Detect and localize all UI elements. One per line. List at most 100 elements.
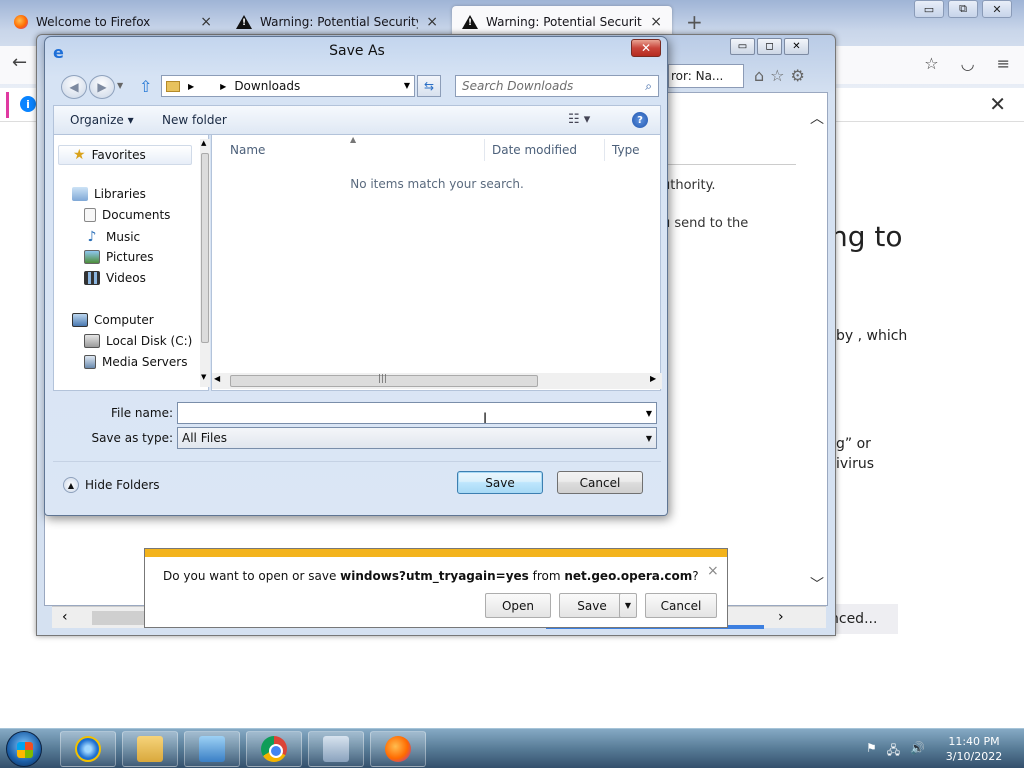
save-button[interactable]: Save	[457, 471, 543, 494]
scroll-up-icon[interactable]: ︿	[810, 108, 824, 128]
taskbar-control-panel[interactable]	[184, 731, 240, 767]
save-as-type-select[interactable]: All Files ▼	[177, 427, 657, 449]
back-button[interactable]: ◀	[61, 75, 87, 99]
scroll-down-icon[interactable]: ▼	[201, 373, 206, 381]
notification-close-icon[interactable]: ×	[707, 563, 719, 579]
nav-item-pictures[interactable]: Pictures	[84, 250, 154, 264]
taskbar-firefox[interactable]	[370, 731, 426, 767]
column-header-name[interactable]: Name	[230, 143, 265, 157]
dialog-close-button[interactable]: ✕	[631, 39, 661, 57]
nav-pane-scrollbar[interactable]: ▲ ▼	[200, 139, 210, 387]
taskbar-chrome[interactable]	[246, 731, 302, 767]
taskbar-ie[interactable]	[60, 731, 116, 767]
minimize-button[interactable]: ▭	[914, 0, 944, 18]
chevron-up-icon: ▲	[63, 477, 79, 493]
search-field[interactable]: ⌕	[455, 75, 659, 97]
scroll-right-icon[interactable]: ▶	[650, 374, 656, 383]
download-file-name: windows?utm_tryagain=yes	[340, 569, 529, 583]
tab-label: Warning: Potential Security Risk	[260, 15, 419, 29]
chevron-down-icon[interactable]: ▼	[404, 81, 410, 90]
warning-icon	[236, 15, 252, 29]
taskbar-media-player[interactable]	[308, 731, 364, 767]
chevron-down-icon[interactable]: ▼	[646, 434, 652, 443]
scroll-thumb[interactable]	[201, 153, 209, 343]
nav-item-documents[interactable]: Documents	[84, 208, 170, 222]
pocket-icon[interactable]: ◡	[961, 54, 975, 73]
nav-item-computer[interactable]: Computer	[72, 313, 154, 327]
tab-close-icon[interactable]: ×	[200, 14, 212, 30]
recent-locations-chevron-icon[interactable]: ▼	[117, 81, 123, 90]
save-options-chevron-icon[interactable]: ▼	[619, 593, 637, 618]
column-divider[interactable]	[604, 139, 605, 161]
restore-button[interactable]: ⧉	[948, 0, 978, 18]
ie-vertical-scrollbar[interactable]: ︿ ﹀	[806, 100, 826, 600]
home-icon[interactable]: ⌂	[754, 66, 764, 85]
nav-item-media-servers[interactable]: Media Servers	[84, 355, 187, 369]
column-header-type[interactable]: Type	[612, 143, 640, 157]
views-icon[interactable]: ☷ ▾	[568, 112, 590, 127]
scroll-left-icon[interactable]: ◀	[214, 374, 220, 383]
nav-item-libraries[interactable]: Libraries	[72, 187, 146, 201]
notification-close-icon[interactable]: ✕	[989, 92, 1006, 116]
forward-button[interactable]: ▶	[89, 75, 115, 99]
start-button[interactable]	[6, 731, 42, 767]
new-folder-button[interactable]: New folder	[162, 113, 227, 127]
tab-close-icon[interactable]: ×	[426, 14, 438, 30]
back-arrow-icon[interactable]: ←	[12, 52, 27, 73]
menu-icon[interactable]: ≡	[997, 54, 1010, 73]
drive-icon	[84, 334, 100, 348]
taskbar-explorer[interactable]	[122, 731, 178, 767]
firefox-window-controls: ▭ ⧉ ✕	[914, 0, 1012, 18]
column-divider[interactable]	[484, 139, 485, 161]
file-name-input[interactable]	[178, 403, 634, 423]
nav-item-videos[interactable]: Videos	[84, 271, 146, 285]
taskbar: ⚑ 🖧 🔊 11:40 PM 3/10/2022	[0, 728, 1024, 768]
scroll-right-icon[interactable]: ›	[778, 609, 784, 625]
star-icon: ★	[73, 147, 86, 163]
organize-menu[interactable]: Organize ▾	[70, 113, 134, 127]
refresh-button[interactable]: ⇆	[417, 75, 441, 97]
scroll-up-icon[interactable]: ▲	[201, 139, 206, 147]
search-icon[interactable]: ⌕	[645, 79, 652, 94]
cancel-button[interactable]: Cancel	[557, 471, 643, 494]
notification-cancel-button[interactable]: Cancel	[645, 593, 717, 618]
nav-item-favorites[interactable]: ★ Favorites	[58, 145, 192, 165]
nav-item-music[interactable]: ♪ Music	[84, 229, 141, 245]
nav-item-label: Computer	[94, 313, 154, 327]
minimize-button[interactable]: ▭	[730, 38, 755, 55]
open-button[interactable]: Open	[485, 593, 551, 618]
hide-folders-button[interactable]: ▲ Hide Folders	[63, 477, 160, 493]
close-button[interactable]: ✕	[784, 38, 809, 55]
internet-explorer-icon	[75, 736, 101, 762]
action-center-flag-icon[interactable]: ⚑	[866, 741, 877, 762]
breadcrumb-arrow-icon[interactable]: ▶	[188, 82, 194, 91]
ie-tab-fragment[interactable]: ror: Na...	[668, 64, 744, 88]
help-icon[interactable]: ?	[632, 112, 648, 128]
new-tab-button[interactable]: +	[686, 10, 703, 34]
page-heading-fragment: ng to	[830, 220, 903, 253]
address-bar[interactable]: ▶ ▶ Downloads ▼	[161, 75, 415, 97]
up-arrow-icon[interactable]: ⇧	[139, 77, 152, 96]
nav-item-local-disk[interactable]: Local Disk (C:)	[84, 334, 192, 348]
tab-close-icon[interactable]: ×	[650, 14, 662, 30]
chrome-icon	[261, 736, 287, 762]
network-icon[interactable]: 🖧	[887, 741, 900, 762]
scroll-down-icon[interactable]: ﹀	[810, 574, 824, 594]
ie-window-controls: ▭ ◻ ✕	[730, 38, 809, 55]
search-input[interactable]	[456, 76, 632, 96]
file-list-horizontal-scrollbar[interactable]: ◀ ||| ▶	[212, 373, 662, 389]
file-name-combobox[interactable]: ▼	[177, 402, 657, 424]
column-header-date-modified[interactable]: Date modified	[492, 143, 577, 157]
bookmark-star-icon[interactable]: ☆	[924, 54, 938, 73]
volume-icon[interactable]: 🔊	[910, 741, 925, 762]
breadcrumb-downloads[interactable]: Downloads	[234, 79, 300, 93]
gear-icon[interactable]: ⚙	[791, 66, 805, 85]
breadcrumb-arrow-icon[interactable]: ▶	[220, 82, 226, 91]
favorites-star-icon[interactable]: ☆	[770, 66, 784, 85]
scroll-left-icon[interactable]: ‹	[62, 609, 68, 625]
close-button[interactable]: ✕	[982, 0, 1012, 18]
clock[interactable]: 11:40 PM 3/10/2022	[934, 734, 1014, 764]
chevron-down-icon[interactable]: ▼	[646, 409, 652, 418]
maximize-button[interactable]: ◻	[757, 38, 782, 55]
notification-save-button[interactable]: Save	[559, 593, 625, 618]
